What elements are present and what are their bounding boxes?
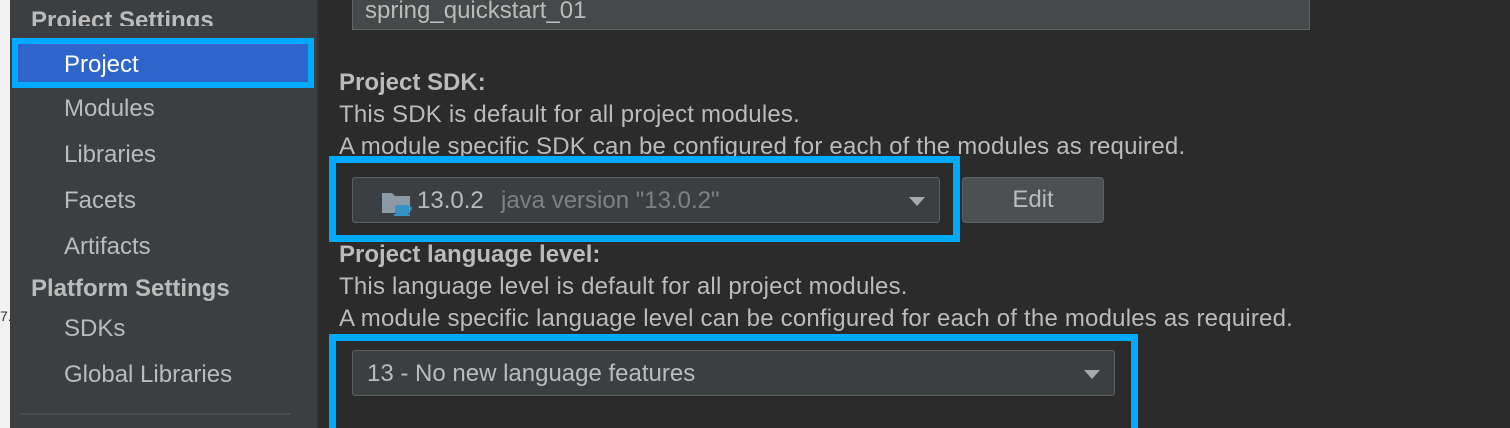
- sidebar-item-facets[interactable]: Facets: [64, 186, 136, 216]
- sidebar-item-project[interactable]: Project: [12, 38, 314, 88]
- sidebar-item-sdks[interactable]: SDKs: [64, 314, 125, 344]
- project-name-field[interactable]: spring_quickstart_01: [352, 0, 1310, 30]
- sidebar-divider: [20, 413, 290, 415]
- sidebar-item-label: Project: [64, 51, 139, 78]
- language-level-description: This language level is default for all p…: [339, 273, 908, 300]
- section-header-platform-settings: Platform Settings: [31, 275, 230, 302]
- sidebar-item-global-libraries[interactable]: Global Libraries: [64, 360, 232, 390]
- language-level-value: 13 - No new language features: [367, 360, 696, 387]
- chevron-down-icon: [909, 197, 925, 206]
- folder-java-icon: [382, 193, 412, 216]
- chevron-down-icon: [1084, 370, 1100, 379]
- project-sdk-description: This SDK is default for all project modu…: [339, 101, 800, 128]
- sidebar-item-libraries[interactable]: Libraries: [64, 140, 156, 170]
- edit-sdk-button[interactable]: Edit: [962, 177, 1104, 223]
- language-level-description-detail: A module specific language level can be …: [339, 305, 1293, 332]
- sidebar-item-modules[interactable]: Modules: [64, 94, 155, 124]
- project-sdk-heading: Project SDK:: [339, 69, 486, 96]
- window-edge: 7.: [0, 0, 12, 428]
- panel-divider: [317, 0, 319, 428]
- sdk-version-text: 13.0.2: [417, 187, 484, 214]
- sidebar-item-artifacts[interactable]: Artifacts: [64, 232, 151, 262]
- language-level-heading: Project language level:: [339, 241, 601, 268]
- sdk-version-detail: java version "13.0.2": [501, 187, 720, 214]
- language-level-dropdown[interactable]: 13 - No new language features: [352, 350, 1115, 396]
- section-header-project-settings: Project Settings: [31, 7, 214, 26]
- project-sdk-dropdown[interactable]: 13.0.2 java version "13.0.2": [352, 177, 940, 223]
